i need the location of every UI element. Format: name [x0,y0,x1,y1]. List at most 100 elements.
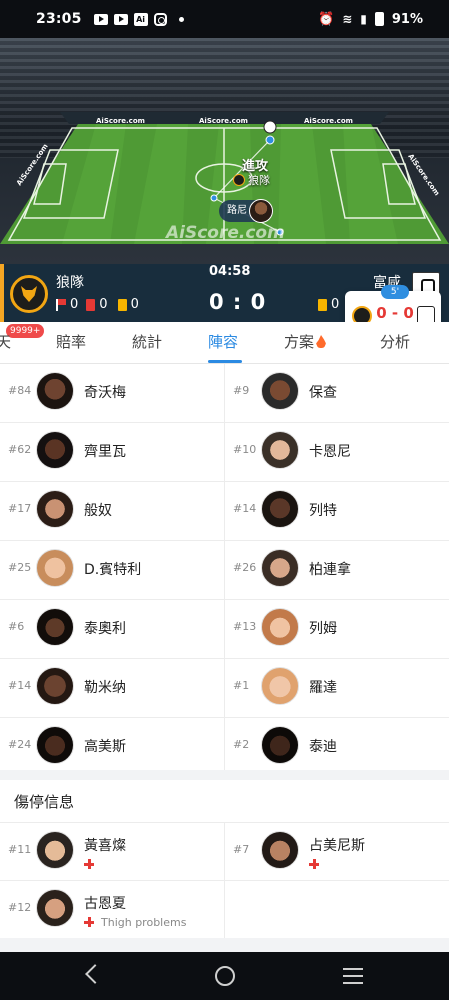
ad-board: AiScore.com [199,117,248,125]
yellow-card-icon [117,298,127,311]
away-player[interactable]: #26 柏連拿 [225,541,449,599]
lineup-list: #84 奇沃梅 #9 保查 #62 齊里瓦 #10 卡恩尼 #17 般奴 #14 [0,364,449,777]
away-yellow-cards: 0 [331,297,340,312]
tab-odds[interactable]: 賠率 [56,331,86,352]
corner-flag-icon [56,298,66,311]
player-name: 高美斯 [84,739,126,755]
player-number: #6 [8,620,25,633]
player-number: #14 [8,679,32,692]
youtube-icon [93,13,108,25]
recent-apps-icon[interactable] [343,968,363,984]
player-number: #1 [233,679,250,692]
player-name: 占美尼斯 [309,838,365,854]
away-player[interactable]: #13 列姆 [225,600,449,658]
instagram-icon [153,12,167,26]
injury-cross-icon [84,917,94,927]
player-number: #11 [8,843,32,856]
injury-cross-icon [309,859,319,869]
home-player[interactable]: #17 般奴 [0,482,224,540]
player-number: #9 [233,384,250,397]
player-photo [36,372,74,410]
player-name: 古恩夏 [84,896,126,912]
player-number: #25 [8,561,32,574]
player-photo [36,831,74,869]
tab-analysis[interactable]: 分析 [380,331,410,352]
page-bottom [0,938,449,952]
lineup-row: #25 D.賓特利 #26 柏連拿 [0,541,449,600]
ball-carrier-tag: 路尼 [219,199,273,223]
away-stats: 0 [318,297,339,312]
tab-chat[interactable]: 天 [0,331,11,352]
home-player[interactable]: #24 高美斯 [0,718,224,776]
home-icon[interactable] [215,966,235,986]
player-name: 奇沃梅 [84,385,126,401]
battery-icon [374,12,384,26]
home-player[interactable]: #62 齊里瓦 [0,423,224,481]
youtube-icon [113,13,128,25]
ball-carrier-name: 路尼 [227,205,247,216]
alarm-icon: ⏰ [318,11,335,27]
injury-list: #11 黃喜燦 #7 占美尼斯 #12 古恩夏 Thigh problems [0,822,449,939]
player-avatar [249,199,273,223]
home-player[interactable]: #84 奇沃梅 [0,364,224,422]
away-player[interactable]: #9 保查 [225,364,449,422]
player-number: #14 [233,502,257,515]
injury-reason: Thigh problems [101,916,187,929]
away-player[interactable]: #2 泰迪 [225,718,449,776]
match-tabs: 9999+ 天 賠率 統計 陣容 方案 分析 [0,322,449,364]
away-player[interactable]: #14 列特 [225,482,449,540]
lineup-row: #84 奇沃梅 #9 保查 [0,364,449,423]
player-photo [36,549,74,587]
player-name: 保查 [309,385,337,401]
injury-row: #11 黃喜燦 #7 占美尼斯 [0,823,449,881]
home-player[interactable]: #14 勒米纳 [0,659,224,717]
player-name: 泰迪 [309,739,337,755]
red-card-icon [86,298,96,311]
status-bar: 23:05 Ai ⏰ ≋ ▮ 91% [0,0,449,38]
tab-lineup[interactable]: 陣容 [208,331,238,352]
home-player[interactable]: #6 泰奧利 [0,600,224,658]
more-notifications-dot [178,16,184,22]
player-photo [261,608,299,646]
away-player[interactable]: #10 卡恩尼 [225,423,449,481]
player-name: 般奴 [84,503,112,519]
player-photo [36,889,74,927]
away-player[interactable]: #1 羅達 [225,659,449,717]
lineup-row: #14 勒米纳 #1 羅達 [0,659,449,718]
back-icon[interactable] [85,964,105,984]
injured-player[interactable]: #7 占美尼斯 [225,823,449,881]
player-number: #17 [8,502,32,515]
player-name: 柏連拿 [309,562,351,578]
player-photo [261,831,299,869]
player-number: #24 [8,738,32,751]
yellow-card-icon [318,298,327,311]
home-team-crest-icon [10,275,48,313]
tab-stats[interactable]: 統計 [132,331,162,352]
player-name: 羅達 [309,680,337,696]
player-photo [36,608,74,646]
injured-player[interactable]: #11 黃喜燦 [0,823,224,881]
ad-board: AiScore.com [96,117,145,125]
status-right: ⏰ ≋ ▮ 91% [318,12,423,27]
home-yellow-cards: 0 [130,297,139,312]
player-name: 齊里瓦 [84,444,126,460]
signal-icon: ▮ [360,12,367,26]
player-photo [261,431,299,469]
player-photo [261,726,299,764]
home-player[interactable]: #25 D.賓特利 [0,541,224,599]
player-photo [261,490,299,528]
player-photo [261,667,299,705]
lineup-row: #6 泰奧利 #13 列姆 [0,600,449,659]
injured-player[interactable]: #12 古恩夏 Thigh problems [0,881,224,939]
home-red-cards: 0 [99,297,108,312]
injury-section-title: 傷停信息 [14,793,75,811]
player-name: 卡恩尼 [309,444,351,460]
tab-tips[interactable]: 方案 [284,331,327,352]
wolves-crest-icon [233,174,245,186]
player-number: #7 [233,843,250,856]
system-nav-bar [0,952,449,1000]
player-name: 列特 [309,503,337,519]
player-name: 黃喜燦 [84,838,126,854]
chat-count-badge: 9999+ [6,324,45,338]
lineup-row: #17 般奴 #14 列特 [0,482,449,541]
